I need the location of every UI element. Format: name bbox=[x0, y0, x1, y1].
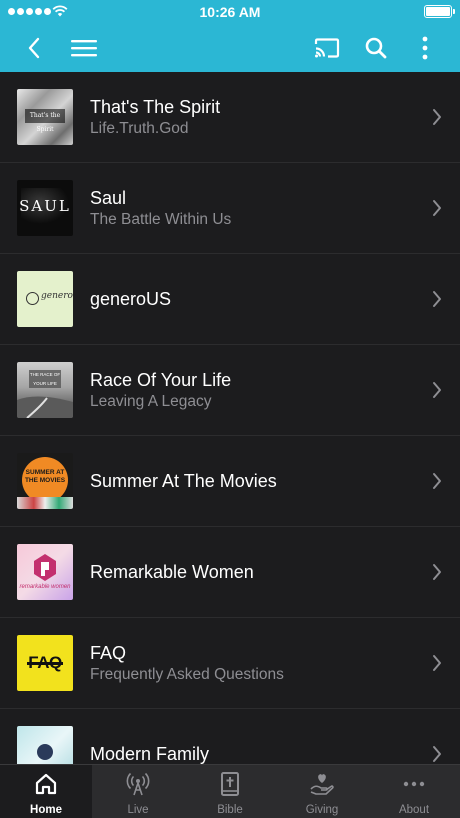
list-item[interactable]: generoUS generoUS bbox=[0, 254, 460, 345]
thumb-caption: That's the Spirit bbox=[25, 109, 65, 133]
list-item[interactable]: THE RACE OF YOUR LIFE Race Of Your Life … bbox=[0, 345, 460, 436]
tab-giving-label: Giving bbox=[305, 804, 339, 816]
series-list[interactable]: That's the Spirit That's The Spirit Life… bbox=[0, 72, 460, 764]
thumb-caption: remarkable women bbox=[19, 584, 71, 590]
tab-live[interactable]: Live bbox=[92, 765, 184, 818]
tab-live-label: Live bbox=[127, 804, 149, 816]
modern-family-thumbnail bbox=[17, 726, 73, 764]
series-title: Race Of Your Life bbox=[90, 369, 232, 390]
home-icon bbox=[35, 773, 57, 795]
cast-button[interactable] bbox=[308, 24, 346, 72]
more-vertical-icon bbox=[422, 36, 428, 60]
list-item[interactable]: remarkable women Remarkable Women bbox=[0, 527, 460, 618]
status-bar: 10:26 AM bbox=[0, 0, 460, 24]
generous-thumbnail: generoUS bbox=[17, 271, 73, 327]
tab-home-label: Home bbox=[30, 804, 62, 816]
menu-button[interactable] bbox=[66, 24, 102, 72]
series-title: generoUS bbox=[90, 289, 172, 309]
battery-icon bbox=[424, 5, 455, 18]
series-title: Remarkable Women bbox=[90, 562, 254, 582]
tab-home[interactable]: Home bbox=[0, 765, 92, 818]
tab-about[interactable]: About bbox=[368, 765, 460, 818]
thumb-caption: generoUS bbox=[41, 291, 73, 301]
chevron-right-icon bbox=[433, 746, 441, 762]
series-title: Modern Family bbox=[90, 744, 210, 764]
faq-thumbnail: FAQ bbox=[17, 635, 73, 691]
remarkable-women-thumbnail: remarkable women bbox=[17, 544, 73, 600]
list-item[interactable]: Modern Family bbox=[0, 709, 460, 764]
series-title: That's The Spirit bbox=[90, 96, 221, 117]
chevron-right-icon bbox=[433, 473, 441, 489]
list-item[interactable]: FAQ FAQ Frequently Asked Questions bbox=[0, 618, 460, 709]
saul-thumbnail: SAUL bbox=[17, 180, 73, 236]
status-time: 10:26 AM bbox=[199, 4, 261, 20]
thumb-caption: SAUL bbox=[19, 197, 71, 215]
series-subtitle: Frequently Asked Questions bbox=[90, 665, 284, 683]
series-title: Summer At The Movies bbox=[90, 471, 277, 491]
chevron-right-icon bbox=[433, 291, 441, 307]
hamburger-menu-icon bbox=[71, 40, 97, 57]
chevron-left-icon bbox=[28, 37, 40, 59]
series-title: Saul bbox=[90, 187, 127, 208]
chevron-right-icon bbox=[433, 200, 441, 216]
chevron-right-icon bbox=[433, 109, 441, 125]
search-icon bbox=[365, 37, 387, 59]
bottom-tab-bar: Home Live Bible Giving About bbox=[0, 764, 460, 818]
road-thumbnail: THE RACE OF YOUR LIFE bbox=[17, 362, 73, 418]
cast-icon bbox=[314, 38, 340, 58]
tab-giving[interactable]: Giving bbox=[276, 765, 368, 818]
chevron-right-icon bbox=[433, 655, 441, 671]
list-item[interactable]: SUMMER AT THE MOVIES Summer At The Movie… bbox=[0, 436, 460, 527]
bible-icon bbox=[221, 772, 239, 796]
summer-movies-thumbnail: SUMMER AT THE MOVIES bbox=[17, 453, 73, 509]
broadcast-icon bbox=[126, 772, 150, 796]
chevron-right-icon bbox=[433, 382, 441, 398]
thumb-caption: SUMMER AT THE MOVIES bbox=[24, 469, 66, 484]
chevron-right-icon bbox=[433, 564, 441, 580]
list-item[interactable]: SAUL Saul The Battle Within Us bbox=[0, 163, 460, 254]
search-button[interactable] bbox=[358, 24, 394, 72]
list-item[interactable]: That's the Spirit That's The Spirit Life… bbox=[0, 72, 460, 163]
more-horizontal-icon bbox=[403, 781, 425, 787]
back-button[interactable] bbox=[18, 24, 50, 72]
tab-about-label: About bbox=[398, 804, 430, 816]
mountain-texture-thumbnail: That's the Spirit bbox=[17, 89, 73, 145]
series-subtitle: Life.Truth.God bbox=[90, 119, 189, 137]
giving-hand-heart-icon bbox=[310, 774, 334, 795]
series-subtitle: The Battle Within Us bbox=[90, 210, 232, 228]
tab-bible-label: Bible bbox=[217, 804, 243, 816]
thumb-caption: THE RACE OF YOUR LIFE bbox=[29, 370, 61, 388]
series-subtitle: Leaving A Legacy bbox=[90, 392, 212, 410]
series-title: FAQ bbox=[90, 642, 127, 663]
tab-bible[interactable]: Bible bbox=[184, 765, 276, 818]
more-options-button[interactable] bbox=[410, 24, 440, 72]
top-nav-bar bbox=[0, 24, 460, 72]
